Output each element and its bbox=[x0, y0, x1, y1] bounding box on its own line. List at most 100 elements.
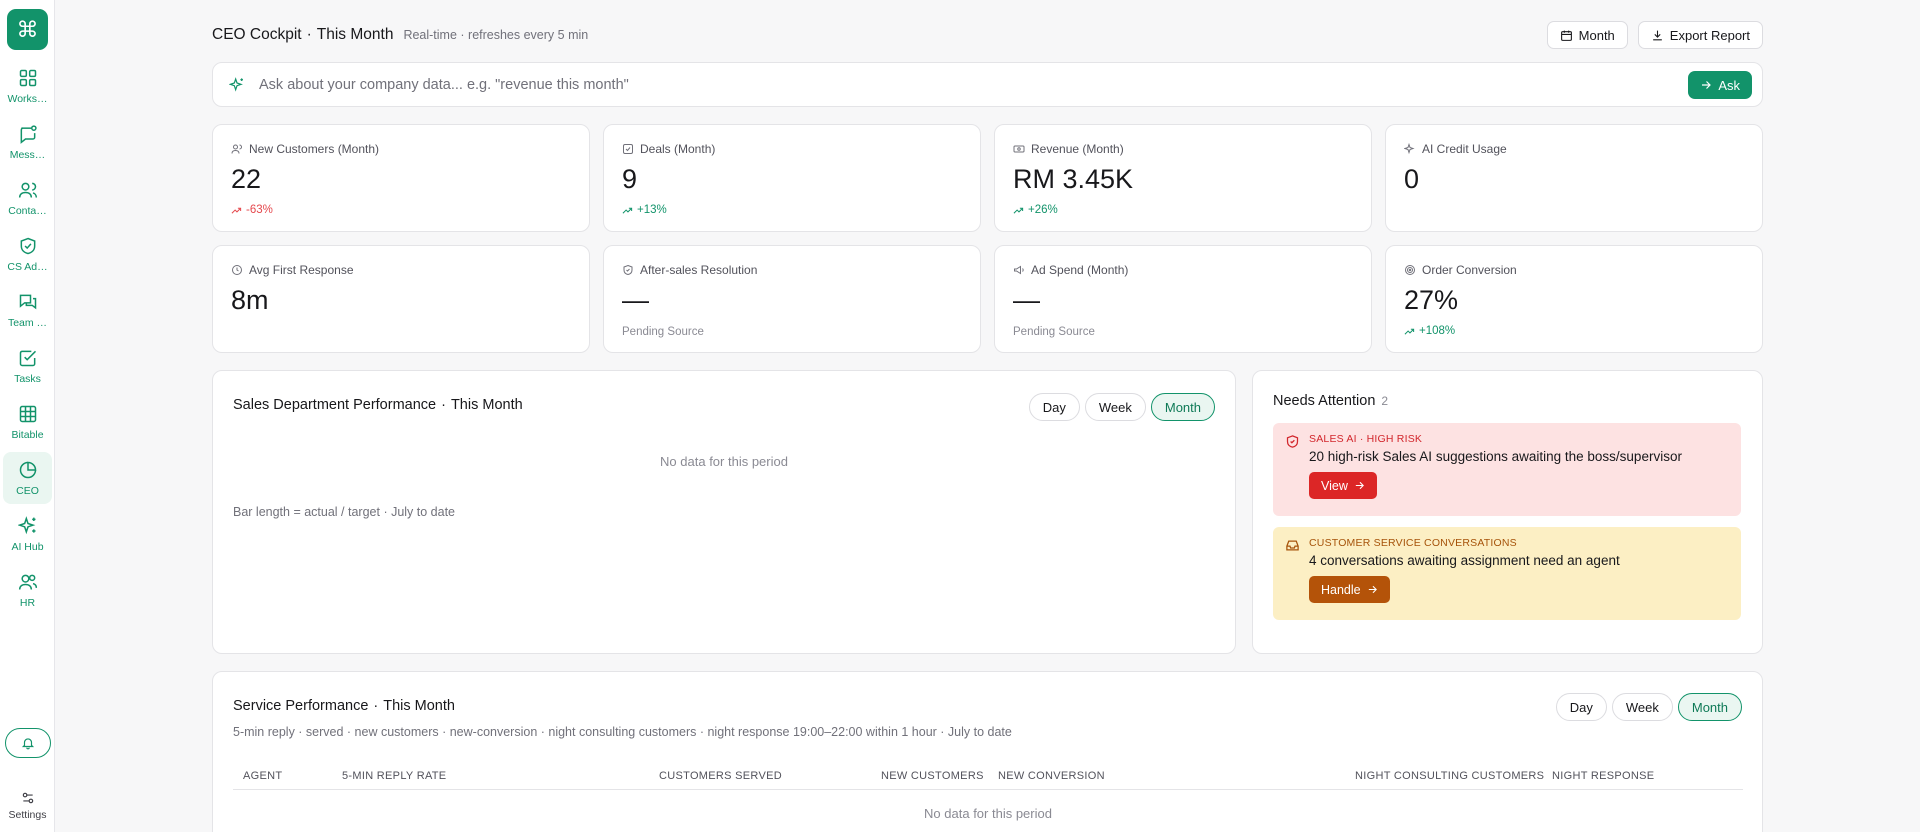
kpi-card-revenue: Revenue (Month) RM 3.45K +26% bbox=[994, 124, 1372, 232]
sales-range-toggle: Day Week Month bbox=[1028, 393, 1215, 421]
download-icon bbox=[1652, 30, 1662, 40]
notifications-button[interactable] bbox=[5, 728, 51, 758]
kpi-card-ai-credit-usage: AI Credit Usage 0 bbox=[1385, 124, 1763, 232]
period-select-button[interactable]: Month bbox=[1546, 21, 1628, 49]
arrow-right-icon bbox=[1368, 585, 1377, 594]
shield-icon bbox=[623, 264, 633, 276]
column-header-agent[interactable]: AGENT bbox=[243, 770, 282, 782]
sidebar-item-tasks[interactable]: Tasks bbox=[3, 340, 52, 392]
kpi-delta-value: +108% bbox=[1419, 325, 1456, 337]
service-panel-title: Service Performance · This Month bbox=[233, 698, 455, 714]
kpi-label: AI Credit Usage bbox=[1422, 142, 1507, 156]
alert-text: 4 conversations awaiting assignment need… bbox=[1309, 553, 1620, 568]
service-range-day[interactable]: Day bbox=[1555, 693, 1607, 721]
sidebar-item-label: Works… bbox=[7, 92, 48, 105]
clock-icon bbox=[232, 265, 242, 275]
service-range-week[interactable]: Week bbox=[1611, 693, 1673, 721]
column-header-reply-rate[interactable]: 5-MIN REPLY RATE bbox=[342, 770, 446, 782]
handle-button[interactable]: Handle bbox=[1309, 576, 1390, 603]
column-header-customers-served[interactable]: CUSTOMERS SERVED bbox=[659, 770, 782, 782]
kpi-value: 22 bbox=[231, 164, 262, 194]
kpi-card-deals: Deals (Month) 9 +13% bbox=[603, 124, 981, 232]
kpi-card-ad-spend: Ad Spend (Month) — Pending Source bbox=[994, 245, 1372, 353]
service-range-toggle: Day Week Month bbox=[1555, 693, 1742, 721]
needs-attention-panel: Needs Attention 2 SALES AI · HIGH RISK 2… bbox=[1252, 370, 1763, 654]
kpi-delta-value: +13% bbox=[637, 204, 667, 216]
page-title: CEO Cockpit · This Month bbox=[212, 26, 394, 43]
target-icon bbox=[1405, 265, 1415, 275]
kpi-value: 27% bbox=[1404, 285, 1459, 315]
column-header-night-consulting[interactable]: NIGHT CONSULTING CUSTOMERS bbox=[1355, 770, 1544, 782]
checkbox-icon bbox=[623, 144, 633, 154]
kpi-value: 0 bbox=[1404, 164, 1420, 194]
arrow-right-icon bbox=[1702, 81, 1712, 89]
page-header: CEO Cockpit · This Month Real-time · refre… bbox=[212, 21, 1763, 49]
sidebar-item-cs-admin[interactable]: CS Ad… bbox=[3, 228, 52, 280]
sales-range-week[interactable]: Week bbox=[1084, 393, 1146, 421]
inbox-icon bbox=[1286, 540, 1299, 551]
sidebar-item-ceo[interactable]: CEO bbox=[3, 452, 52, 504]
kpi-value: RM 3.45K bbox=[1013, 164, 1134, 194]
banknote-icon bbox=[1013, 145, 1025, 153]
settings-icon bbox=[22, 792, 33, 804]
ask-button[interactable]: Ask bbox=[1688, 71, 1752, 99]
message-icon bbox=[20, 124, 37, 144]
column-header-new-conversion[interactable]: NEW CONVERSION bbox=[998, 770, 1105, 782]
kpi-value: — bbox=[1013, 285, 1040, 315]
sidebar-item-label: Conta… bbox=[8, 204, 47, 217]
title-period: This Month bbox=[316, 26, 394, 43]
kpi-card-order-conversion: Order Conversion 27% +108% bbox=[1385, 245, 1763, 353]
shield-alert-icon bbox=[1286, 435, 1299, 448]
calendar-icon bbox=[1560, 30, 1572, 41]
view-button[interactable]: View bbox=[1309, 472, 1377, 499]
ask-bar: Ask bbox=[212, 62, 1763, 107]
app-logo[interactable]: ⌘ bbox=[7, 9, 48, 50]
sidebar-item-ai-hub[interactable]: AI Hub bbox=[3, 508, 52, 560]
sidebar-item-messages[interactable]: Mess… bbox=[3, 116, 52, 168]
refresh-subtitle: Real-time · refreshes every 5 min bbox=[403, 28, 589, 42]
kpi-source-status: Pending Source bbox=[622, 326, 704, 338]
handle-button-label: Handle bbox=[1321, 582, 1361, 597]
kpi-card-new-customers: New Customers (Month) 22 -63% bbox=[212, 124, 590, 232]
grid-icon bbox=[19, 69, 36, 86]
sales-footnote: Bar length = actual / target · July to d… bbox=[233, 505, 456, 519]
kpi-value: — bbox=[622, 285, 649, 315]
sales-range-month[interactable]: Month bbox=[1150, 393, 1215, 421]
service-title-text: Service Performance bbox=[233, 698, 369, 714]
shield-check-icon bbox=[20, 237, 35, 254]
checkbox-icon bbox=[19, 350, 36, 366]
service-range-month[interactable]: Month bbox=[1677, 693, 1742, 721]
people-icon bbox=[18, 574, 37, 590]
attention-title: Needs Attention bbox=[1273, 393, 1376, 409]
sidebar-item-label: HR bbox=[19, 596, 36, 609]
sidebar-item-team-chat[interactable]: Team … bbox=[3, 284, 52, 336]
sparkles-icon bbox=[1404, 143, 1415, 155]
sidebar-item-hr[interactable]: HR bbox=[3, 564, 52, 616]
export-report-button[interactable]: Export Report bbox=[1637, 21, 1763, 49]
kpi-label: Avg First Response bbox=[249, 263, 354, 277]
sidebar-item-workspace[interactable]: Works… bbox=[3, 60, 52, 112]
sidebar-item-bitable[interactable]: Bitable bbox=[3, 396, 52, 448]
sidebar-item-label: Tasks bbox=[14, 372, 41, 385]
chat-bubbles-icon bbox=[19, 294, 36, 309]
sales-empty-state: No data for this period bbox=[660, 454, 788, 469]
column-header-new-customers[interactable]: NEW CUSTOMERS bbox=[881, 770, 984, 782]
alert-tag: SALES AI · HIGH RISK bbox=[1309, 433, 1423, 445]
export-button-label: Export Report bbox=[1669, 27, 1750, 43]
column-header-night-response[interactable]: NIGHT RESPONSE bbox=[1552, 770, 1654, 782]
alert-text: 20 high-risk Sales AI suggestions awaiti… bbox=[1309, 449, 1682, 464]
sidebar-item-settings[interactable]: Settings bbox=[3, 786, 52, 826]
kpi-delta-value: +26% bbox=[1028, 204, 1058, 216]
kpi-delta: +26% bbox=[1013, 204, 1353, 216]
sales-title-text: Sales Department Performance bbox=[233, 397, 437, 413]
alert-tag: CUSTOMER SERVICE CONVERSATIONS bbox=[1309, 537, 1517, 549]
ask-input[interactable] bbox=[259, 76, 1762, 93]
command-icon: ⌘ bbox=[16, 16, 39, 42]
kpi-label: Deals (Month) bbox=[640, 142, 716, 156]
sidebar: ⌘ Works… Mess… Conta… CS Ad… Team … Task… bbox=[0, 0, 55, 832]
sidebar-item-label: Bitable bbox=[11, 428, 44, 441]
trend-down-icon bbox=[231, 207, 242, 214]
period-button-label: Month bbox=[1578, 27, 1615, 43]
sidebar-item-contacts[interactable]: Conta… bbox=[3, 172, 52, 224]
sales-range-day[interactable]: Day bbox=[1028, 393, 1080, 421]
